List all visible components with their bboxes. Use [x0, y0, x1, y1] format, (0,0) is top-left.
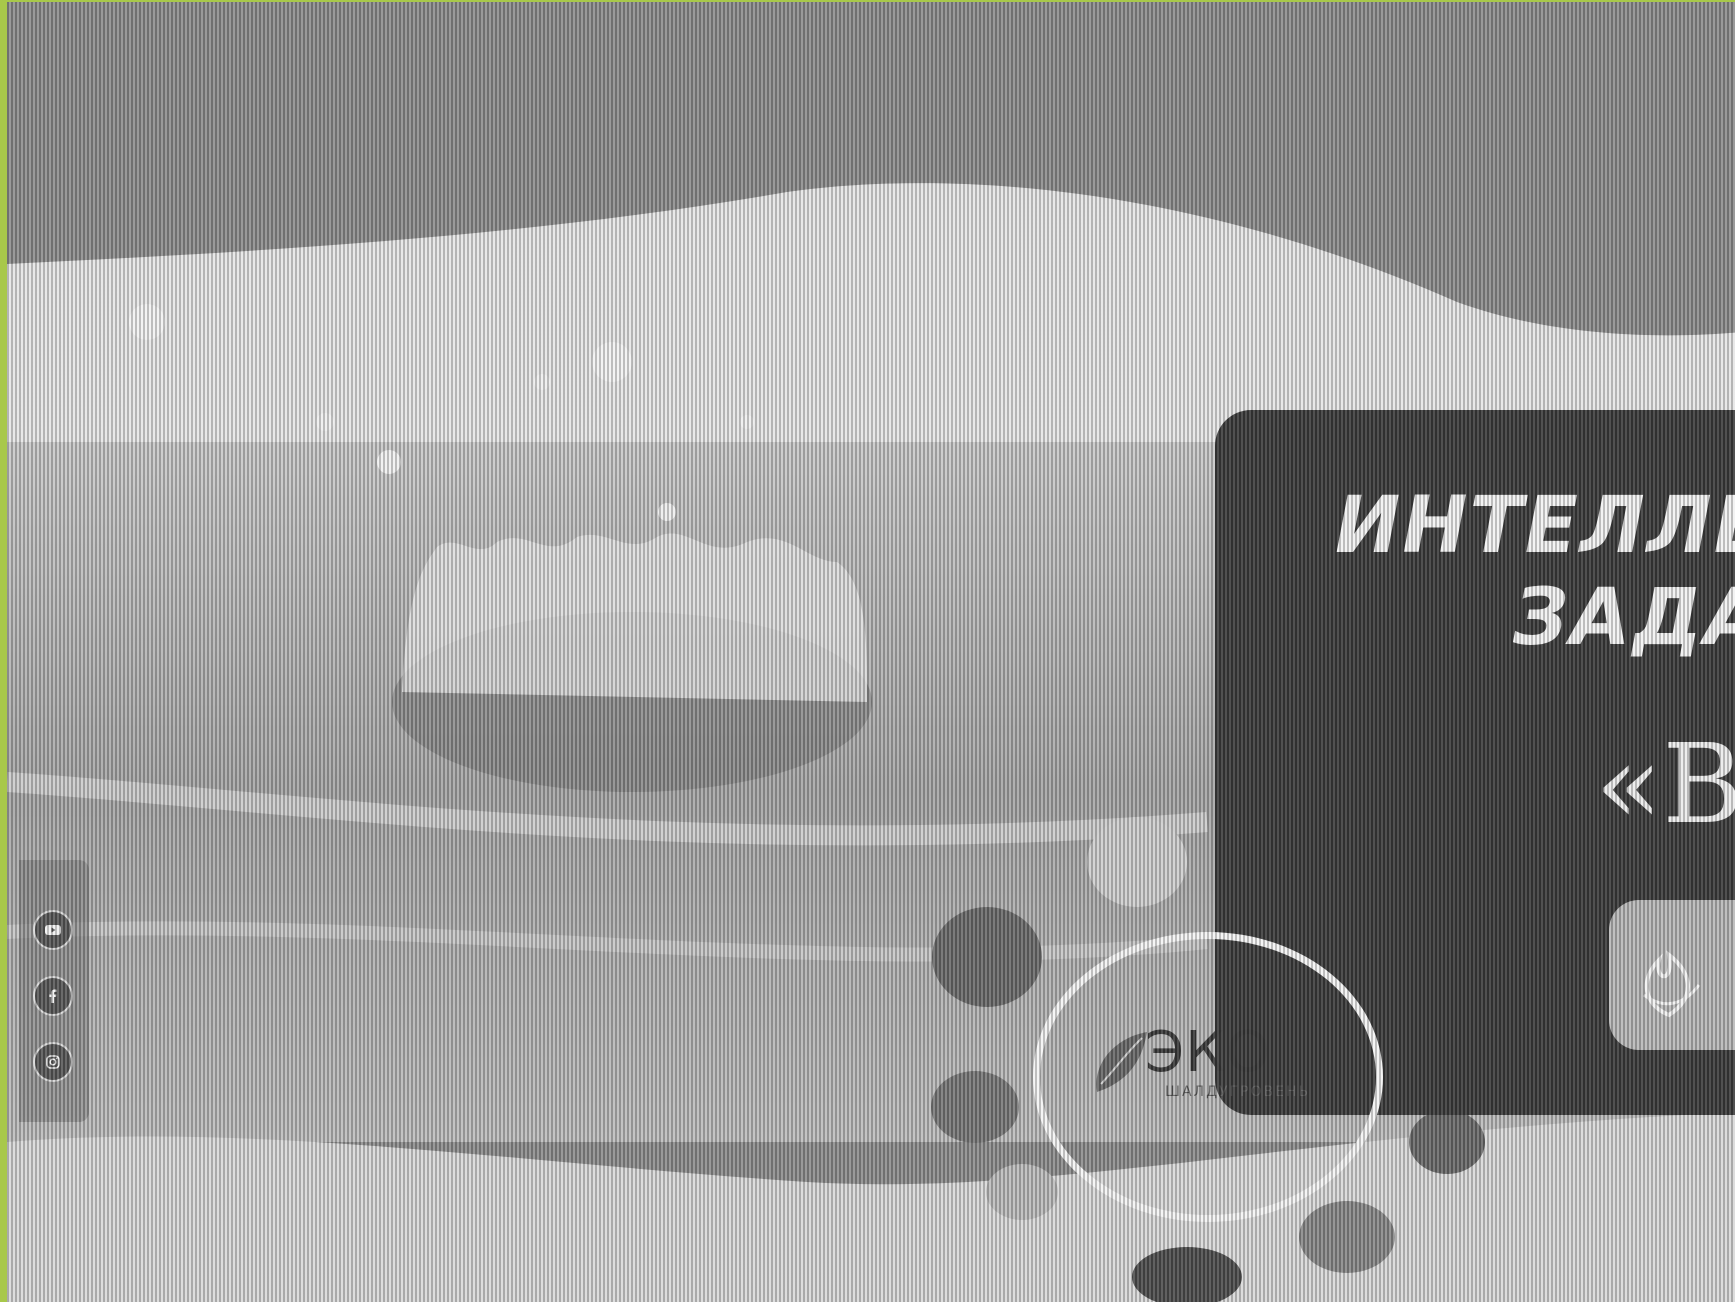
hero-title-line-1: ИНТЕЛЛЕК — [1335, 481, 1735, 571]
social-links-bar — [19, 860, 89, 1122]
eco-logo-text: ЭКО — [1145, 1020, 1271, 1085]
youtube-link[interactable] — [33, 910, 73, 950]
instagram-link[interactable] — [33, 1042, 73, 1082]
facebook-icon — [49, 989, 57, 1003]
youtube-icon — [45, 925, 61, 935]
hero-title-line-2: ЗАДА — [1513, 573, 1735, 663]
hero-quote-text: «Во — [1595, 720, 1735, 848]
partner-badge — [1609, 900, 1735, 1050]
eco-logo-subtext: ШАЛДУГРОВЕНЬ — [1165, 1084, 1311, 1100]
facebook-link[interactable] — [33, 976, 73, 1016]
page-viewport: ИНТЕЛЛЕК ЗАДА «Во ЭКО ШАЛДУГРОВЕНЬ — [0, 0, 1735, 1302]
flame-logo-icon — [1643, 950, 1701, 1018]
instagram-icon — [46, 1055, 60, 1069]
hero-title: ИНТЕЛЛЕК ЗАДА — [1335, 480, 1735, 664]
